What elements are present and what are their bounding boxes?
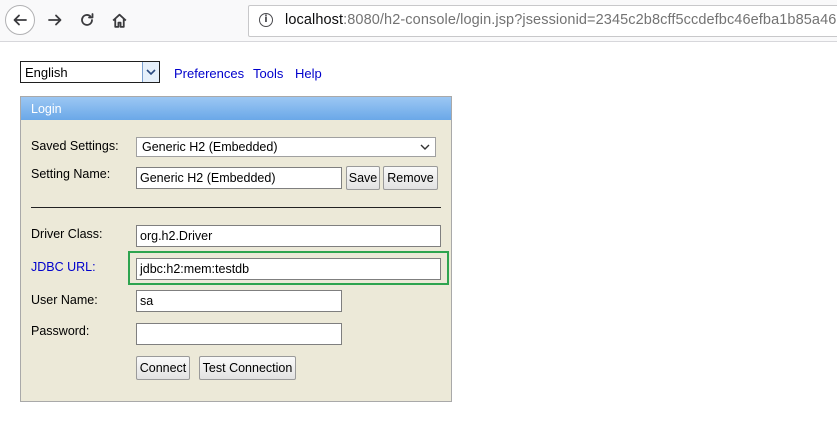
user-name-input[interactable]: sa <box>136 290 342 312</box>
home-icon <box>112 13 126 28</box>
url-host: localhost <box>285 12 344 28</box>
remove-button[interactable]: Remove <box>383 166 438 190</box>
saved-settings-select[interactable]: Generic H2 (Embedded) <box>136 137 436 157</box>
login-panel-header: Login <box>21 97 451 120</box>
driver-class-value: org.h2.Driver <box>140 229 213 243</box>
preferences-link[interactable]: Preferences <box>174 66 244 81</box>
help-link[interactable]: Help <box>295 66 322 81</box>
reload-button[interactable] <box>72 5 102 35</box>
save-button[interactable]: Save <box>346 166 380 190</box>
test-connection-button[interactable]: Test Connection <box>199 356 296 380</box>
browser-toolbar: i localhost:8080/h2-console/login.jsp?js… <box>0 0 837 42</box>
reload-icon <box>81 13 94 26</box>
password-input[interactable] <box>136 323 342 345</box>
jdbc-url-highlight <box>128 251 449 285</box>
address-bar[interactable]: i localhost:8080/h2-console/login.jsp?js… <box>248 5 837 37</box>
arrow-right-icon <box>48 14 62 26</box>
language-dropdown-button[interactable] <box>142 62 159 82</box>
back-button[interactable] <box>5 5 35 35</box>
language-select[interactable]: English <box>20 61 160 83</box>
login-panel: Login Saved Settings: Generic H2 (Embedd… <box>20 96 452 402</box>
setting-name-value: Generic H2 (Embedded) <box>140 171 276 185</box>
chevron-down-icon <box>146 69 156 76</box>
url-path: :8080/h2-console/login.jsp?jsessionid=23… <box>343 12 837 28</box>
password-label: Password: <box>31 324 90 338</box>
login-title: Login <box>31 102 62 116</box>
setting-name-input[interactable]: Generic H2 (Embedded) <box>136 167 342 189</box>
chevron-down-icon <box>420 144 430 150</box>
home-button[interactable] <box>104 5 134 35</box>
connect-button[interactable]: Connect <box>136 356 190 380</box>
driver-class-input[interactable]: org.h2.Driver <box>136 225 441 247</box>
tools-link[interactable]: Tools <box>253 66 283 81</box>
info-icon[interactable]: i <box>259 13 273 27</box>
language-value: English <box>25 65 68 80</box>
arrow-left-icon <box>13 14 27 26</box>
setting-name-label: Setting Name: <box>31 167 111 181</box>
user-name-value: sa <box>140 294 154 308</box>
jdbc-url-label[interactable]: JDBC URL: <box>31 260 96 274</box>
user-name-label: User Name: <box>31 293 98 307</box>
forward-button[interactable] <box>40 5 70 35</box>
saved-settings-label: Saved Settings: <box>31 139 119 153</box>
saved-settings-value: Generic H2 (Embedded) <box>142 140 278 154</box>
driver-class-label: Driver Class: <box>31 227 103 241</box>
divider <box>31 207 441 208</box>
url-text: localhost:8080/h2-console/login.jsp?jses… <box>285 12 836 28</box>
